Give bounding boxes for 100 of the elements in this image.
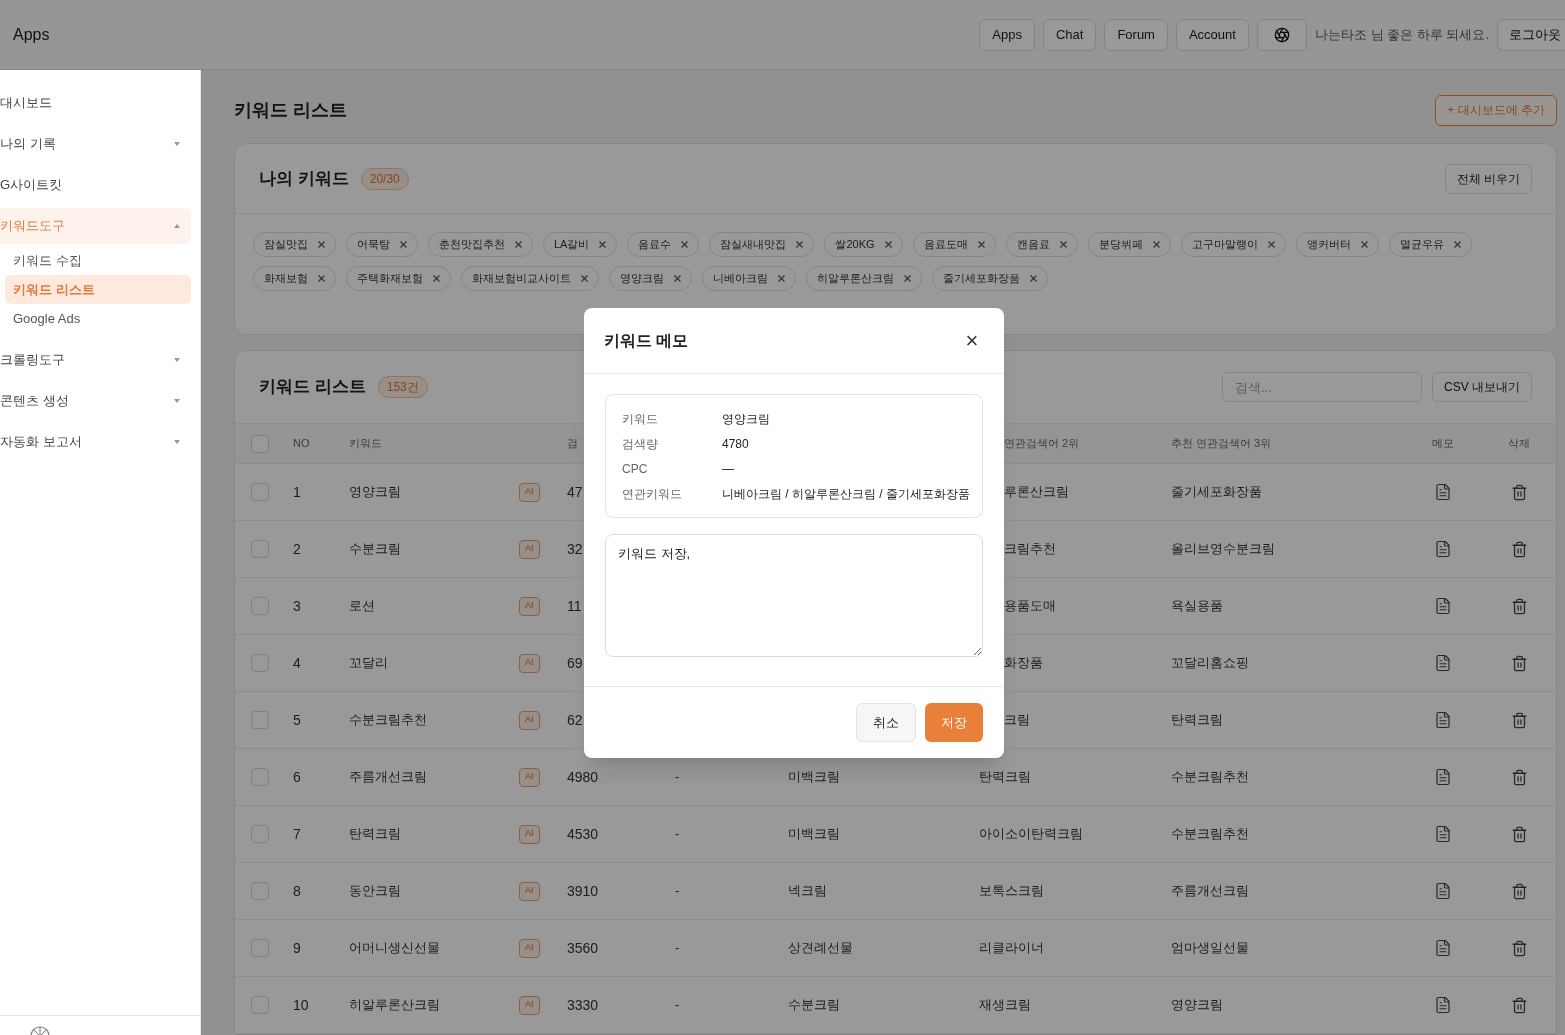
keyword-chip[interactable]: LA갈비 — [543, 232, 618, 257]
checkbox[interactable] — [251, 483, 269, 501]
delete-icon[interactable] — [1510, 768, 1528, 786]
remove-icon[interactable] — [318, 275, 325, 282]
memo-icon[interactable] — [1433, 939, 1452, 957]
keyword-chip[interactable]: 히알루론산크림 — [806, 266, 922, 291]
remove-icon[interactable] — [1152, 241, 1160, 248]
delete-icon[interactable] — [1510, 597, 1528, 615]
checkbox[interactable] — [251, 711, 269, 729]
keyword-chip[interactable]: 주택화재보험 — [346, 266, 451, 291]
remove-icon[interactable] — [1030, 275, 1037, 282]
delete-icon[interactable] — [1510, 711, 1528, 729]
keyword-chip[interactable]: 잠실맛집 — [253, 232, 336, 257]
sidebar-item[interactable]: 콘텐츠 생성 — [0, 382, 191, 419]
table-cell: 용품도매 — [1004, 598, 1056, 614]
theme-button[interactable] — [1256, 18, 1307, 51]
remove-icon[interactable] — [796, 241, 804, 248]
checkbox[interactable] — [251, 882, 269, 900]
nav-button[interactable]: Forum — [1104, 18, 1168, 51]
delete-icon[interactable] — [1510, 483, 1528, 501]
sidebar-item[interactable]: G사이트킷 — [0, 166, 191, 203]
table-cell: 루론산크림 — [1004, 484, 1069, 500]
remove-icon[interactable] — [778, 275, 785, 282]
remove-icon[interactable] — [318, 241, 325, 248]
keyword-chip[interactable]: 화재보험 — [253, 266, 336, 291]
remove-icon[interactable] — [1059, 241, 1067, 248]
info-label: 연관키워드 — [622, 485, 683, 503]
remove-icon[interactable] — [904, 275, 911, 282]
keyword-chip[interactable]: 고구마말랭이 — [1180, 232, 1286, 257]
memo-field[interactable]: 키워드 저장, — [605, 534, 983, 657]
sidebar-subitem[interactable]: 키워드 수집 — [5, 246, 191, 275]
memo-icon[interactable] — [1433, 996, 1452, 1014]
keyword-chip[interactable]: 분당뷔페 — [1087, 232, 1171, 257]
memo-icon[interactable] — [1433, 825, 1452, 843]
delete-icon[interactable] — [1510, 654, 1528, 672]
keyword-chip[interactable]: 음료도매 — [912, 232, 996, 257]
keyword-chip[interactable]: 음료수 — [627, 232, 700, 257]
nav-button[interactable]: Chat — [1042, 18, 1097, 51]
remove-icon[interactable] — [599, 241, 607, 248]
remove-icon[interactable] — [581, 275, 588, 282]
keyword-chip[interactable]: 영양크림 — [609, 266, 692, 291]
remove-icon[interactable] — [1267, 241, 1275, 248]
keyword-chip[interactable]: 앵커버터 — [1295, 232, 1379, 257]
keyword-chip[interactable]: 화재보험비교사이트 — [461, 266, 599, 291]
sidebar-item[interactable]: 대시보드 — [0, 84, 191, 121]
remove-icon[interactable] — [1453, 241, 1461, 248]
checkbox[interactable] — [251, 996, 269, 1014]
logout-button[interactable]: 로그아웃 — [1497, 18, 1565, 51]
checkbox[interactable] — [251, 540, 269, 558]
sidebar-item[interactable]: 나의 기록 — [0, 125, 191, 162]
sidebar-item[interactable]: 크롤링도구 — [0, 341, 191, 378]
nav-button[interactable]: Account — [1175, 18, 1249, 51]
delete-icon[interactable] — [1510, 540, 1528, 558]
keyword-chip[interactable]: 멸균우유 — [1388, 232, 1472, 257]
info-label: 검색량 — [622, 435, 659, 453]
remove-icon[interactable] — [977, 241, 985, 248]
checkbox[interactable] — [251, 597, 269, 615]
nav-button[interactable]: Apps — [979, 18, 1035, 51]
memo-icon[interactable] — [1433, 654, 1452, 672]
keyword-chip[interactable]: 줄기세포화장품 — [932, 266, 1048, 291]
memo-icon[interactable] — [1433, 882, 1452, 900]
keyword-chip[interactable]: 쌀20KG — [824, 232, 903, 257]
sidebar-subitem[interactable]: Google Ads — [5, 304, 191, 333]
checkbox[interactable] — [251, 434, 269, 453]
delete-icon[interactable] — [1510, 882, 1528, 900]
remove-icon[interactable] — [433, 275, 440, 282]
memo-icon[interactable] — [1433, 768, 1452, 786]
keyword-chip[interactable]: 어묵탕 — [346, 232, 418, 257]
memo-icon[interactable] — [1433, 597, 1452, 615]
sidebar-item[interactable]: 자동화 보고서 — [0, 423, 191, 460]
close-button[interactable]: × — [960, 328, 984, 353]
cancel-button[interactable]: 취소 — [856, 703, 916, 742]
csv-export-button[interactable]: CSV 내보내기 — [1432, 372, 1532, 402]
memo-icon[interactable] — [1433, 711, 1452, 729]
table-cell: - — [675, 997, 680, 1013]
column-header: 키워드 — [349, 436, 383, 452]
checkbox[interactable] — [251, 654, 269, 672]
delete-icon[interactable] — [1510, 996, 1528, 1014]
remove-icon[interactable] — [1360, 241, 1368, 248]
remove-icon[interactable] — [400, 241, 407, 248]
keyword-chip[interactable]: 캔음료 — [1005, 232, 1078, 257]
search-field[interactable]: 검색... — [1222, 372, 1422, 402]
table-cell-text: 10 — [293, 995, 309, 1015]
table-cell: 탄력크림 — [979, 769, 1031, 785]
remove-icon[interactable] — [884, 241, 892, 248]
keyword-chip[interactable]: 춘천맛집추천 — [428, 232, 533, 257]
checkbox[interactable] — [251, 768, 269, 786]
delete-icon[interactable] — [1510, 825, 1528, 843]
remove-icon[interactable] — [674, 275, 681, 282]
memo-icon[interactable] — [1433, 540, 1452, 558]
delete-icon[interactable] — [1510, 939, 1528, 957]
remove-icon[interactable] — [515, 241, 522, 248]
keyword-chip[interactable]: 니베아크림 — [702, 266, 796, 291]
remove-icon[interactable] — [681, 241, 689, 248]
checkbox[interactable] — [251, 825, 269, 843]
table-cell-text: 수분크림추천 — [1171, 825, 1249, 844]
checkbox[interactable] — [251, 939, 269, 957]
memo-icon[interactable] — [1433, 483, 1452, 501]
clear-all-button[interactable]: 전체 비우기 — [1444, 163, 1532, 194]
keyword-chip[interactable]: 잠실새내맛집 — [709, 232, 815, 257]
